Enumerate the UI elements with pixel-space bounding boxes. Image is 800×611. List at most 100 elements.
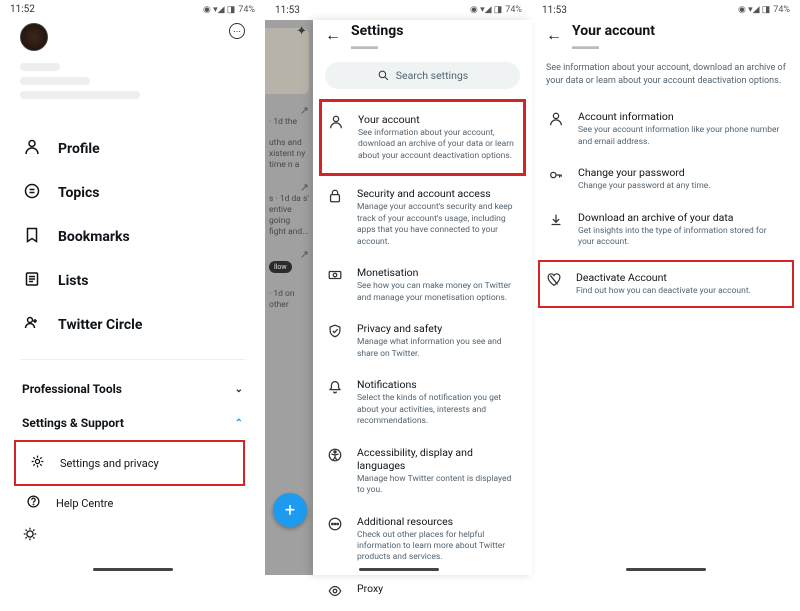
nav-topics[interactable]: Topics [20,171,245,215]
page-title: Your account [572,23,655,39]
nav-twitter-circle[interactable]: Twitter Circle [20,303,245,347]
section-label: Professional Tools [22,382,122,396]
row-title: Security and account access [357,187,518,200]
stats-placeholder [20,91,140,99]
chevron-up-icon: ⌃ [235,418,243,429]
theme-toggle-icon[interactable] [22,526,38,545]
row-desc: See your account information like your p… [578,125,784,148]
row-privacy[interactable]: Privacy and safetyManage what informatio… [325,313,520,369]
row-deactivate-account[interactable]: Deactivate AccountFind out how you can d… [544,262,788,306]
feed-snippet: s · 1d da s' entive going fight and... [269,194,309,238]
drawer-nav: Profile Topics Bookmarks Lists Twitter C… [20,127,245,347]
search-settings-input[interactable]: Search settings [325,62,520,89]
status-icons: ◉ ▾◢ ◨74% [738,5,790,15]
heartbreak-icon [546,271,564,291]
row-title: Accessibility, display and languages [357,446,518,472]
sub-label: Settings and privacy [60,457,159,470]
row-title: Download an archive of your data [578,211,784,224]
bell-icon [327,378,345,398]
help-centre[interactable]: Help Centre [20,486,245,520]
list-icon [22,270,42,292]
intro-text: See information about your account, down… [546,62,786,87]
shield-icon [327,322,345,342]
settings-support[interactable]: Settings & Support ⌃ [20,406,245,440]
header-handle-placeholder: ▬▬▬ [351,41,403,52]
highlight-box: Deactivate AccountFind out how you can d… [538,260,794,308]
page-header: ← Settings ▬▬▬ [325,23,520,52]
row-desc: Get insights into the type of informatio… [578,226,784,249]
home-indicator [93,568,173,571]
row-your-account[interactable]: Your account See information about your … [326,104,519,171]
row-title: Notifications [357,378,518,391]
header-handle-placeholder: ▬▬▬ [572,41,655,52]
row-desc: Change your password at any time. [578,181,784,192]
section-label: Settings & Support [22,416,124,430]
key-icon [548,166,566,186]
person-icon [328,113,346,133]
accounts-icon[interactable]: ⋯ [229,23,245,39]
divider [20,359,245,360]
nav-lists[interactable]: Lists [20,259,245,303]
row-title: Your account [358,113,517,126]
chevron-down-icon: ⌄ [235,384,243,395]
clock: 11:52 [10,4,35,15]
settings-and-privacy[interactable]: Settings and privacy [24,446,235,480]
nav-label: Bookmarks [58,229,130,245]
row-download-archive[interactable]: Download an archive of your data Get insi… [546,202,786,258]
status-icons: ◉ ▾◢ ◨74% [470,5,522,15]
clock: 11:53 [275,5,300,16]
a11y-icon [327,446,345,466]
highlight-box: Settings and privacy [14,440,245,486]
background-feed-sliver: ✦ ↗ · 1d the uths and xistent ny time n … [265,20,313,575]
sparkle-icon: ✦ [296,24,307,39]
bookmark-icon [22,226,42,248]
row-accessibility[interactable]: Accessibility, display and languagesMana… [325,437,520,506]
back-arrow-icon[interactable]: ← [546,23,562,45]
gear-icon [28,454,46,472]
eye-icon [327,582,345,602]
nav-bookmarks[interactable]: Bookmarks [20,215,245,259]
lock-icon [327,187,345,207]
circle-icon [22,314,42,336]
row-change-password[interactable]: Change your password Change your password… [546,157,786,201]
row-desc: Manage your account's security and keep … [357,202,518,248]
home-indicator [359,568,439,571]
topic-icon [22,182,42,204]
row-desc: Select the kinds of notification you get… [357,393,518,427]
professional-tools[interactable]: Professional Tools ⌄ [20,372,245,406]
help-icon [24,494,42,512]
row-title: Account information [578,110,784,123]
cash-icon [327,266,345,286]
row-desc: See how you can make money on Twitter an… [357,281,518,304]
row-title: Proxy [357,582,518,595]
dots-icon [327,515,345,535]
feed-snippet: uths and xistent ny time n a [269,138,309,171]
avatar[interactable] [20,23,48,51]
row-additional[interactable]: Additional resourcesCheck out other plac… [325,506,520,573]
compose-fab[interactable]: + [273,493,307,527]
status-bar: 11:52 ◉ ▾◢ ◨74% [0,0,265,19]
row-account-info[interactable]: Account information See your account info… [546,101,786,157]
nav-profile[interactable]: Profile [20,127,245,171]
page-title: Settings [351,23,403,39]
nav-label: Lists [58,273,88,289]
row-monetisation[interactable]: Monetisation See how you can make money o… [325,257,520,313]
username-placeholder [20,63,60,71]
row-title: Monetisation [357,266,518,279]
feed-snippet: · 1d the [269,117,309,128]
back-arrow-icon[interactable]: ← [325,23,341,45]
row-title: Change your password [578,166,784,179]
feed-snippet: · 1d on other [269,289,309,311]
row-title: Privacy and safety [357,322,518,335]
row-proxy[interactable]: Proxy [325,573,520,611]
row-desc: Find out how you can deactivate your acc… [576,286,786,297]
row-desc: Manage how Twitter content is displayed … [357,474,518,497]
row-notifications[interactable]: Notifications Select the kinds of notific… [325,369,520,436]
highlight-box: Your account See information about your … [319,99,526,176]
person-icon [22,138,42,160]
status-bar: 11:53 ◉ ▾◢ ◨74% [532,0,800,20]
nav-label: Topics [58,185,99,201]
row-security[interactable]: Security and account access Manage your a… [325,178,520,257]
clock: 11:53 [542,5,567,16]
person-icon [548,110,566,130]
